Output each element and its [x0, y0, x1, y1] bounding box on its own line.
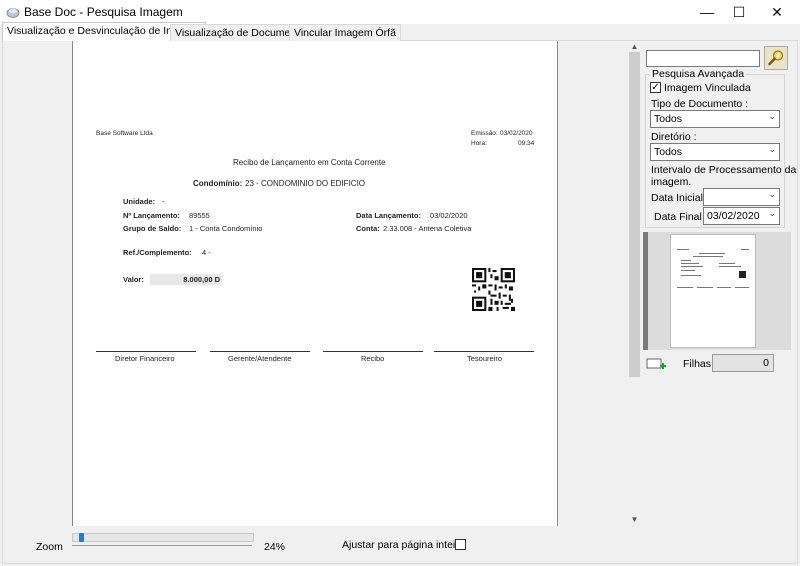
qr-code: [472, 268, 515, 311]
doc-condominio-label: Condomínio:: [193, 179, 243, 188]
signature-line-3: [323, 351, 423, 352]
doc-data-lancamento-value: 03/02/2020: [430, 211, 468, 220]
signature-line-2: [210, 351, 310, 352]
doc-emissao-label: Emissão:: [471, 130, 498, 137]
doc-valor-label: Valor:: [123, 275, 144, 284]
data-final-picker[interactable]: 03/02/2020 ⌄: [703, 207, 780, 225]
imagem-vinculada-checkbox[interactable]: ✓: [650, 82, 661, 93]
zoom-tick-line: [72, 545, 252, 546]
data-inicial-picker[interactable]: ⌄: [703, 188, 780, 206]
tipo-documento-label: Tipo de Documento :: [651, 98, 749, 110]
scroll-thumb[interactable]: [629, 52, 640, 377]
tab-vincular-imagem-orfa[interactable]: Vincular Imagem Órfã: [289, 24, 401, 41]
signature-diretor: Diretor Financeiro: [115, 354, 175, 363]
doc-valor-field: 8.000,00 D: [150, 274, 222, 285]
chevron-down-icon: ⌄: [768, 189, 776, 199]
close-icon: ✕: [771, 3, 783, 20]
add-child-button[interactable]: [646, 356, 666, 372]
search-icon: [768, 50, 784, 66]
zoom-slider-thumb[interactable]: [79, 533, 84, 542]
maximize-button[interactable]: ☐: [722, 0, 756, 24]
zoom-label: Zoom: [36, 541, 63, 553]
chevron-down-icon: ⌄: [768, 111, 776, 121]
app-icon: [6, 8, 20, 18]
doc-hora-label: Hora:: [471, 140, 487, 147]
chevron-down-icon: ⌄: [768, 144, 776, 154]
signature-tesoureiro: Tesoureiro: [467, 354, 503, 363]
signature-line-1: [96, 351, 196, 352]
doc-ref-value: 4 -: [202, 248, 211, 257]
fit-page-checkbox[interactable]: [455, 539, 466, 550]
data-final-value: 03/02/2020: [707, 210, 760, 222]
doc-data-lancamento-label: Data Lançamento:: [356, 211, 422, 220]
scroll-up-icon[interactable]: ▲: [628, 42, 641, 51]
doc-hora-value: 09:34: [518, 140, 535, 147]
diretorio-value: Todos: [654, 146, 683, 158]
doc-condominio-value: 23 - CONDOMINIO DO EDIFICIO: [245, 179, 366, 188]
close-button[interactable]: ✕: [760, 0, 794, 24]
doc-company: Base Software Ltda: [96, 130, 153, 137]
doc-grupo-label: Grupo de Saldo:: [123, 224, 182, 233]
scroll-down-icon[interactable]: ▼: [628, 515, 641, 524]
filhas-label: Filhas:: [683, 358, 714, 370]
doc-unidade-value: -: [162, 197, 165, 206]
signature-gerente: Gerente/Atendente: [228, 354, 292, 363]
doc-unidade-label: Unidade:: [123, 197, 156, 206]
intervalo-label-2: imagem.: [651, 176, 692, 188]
tipo-documento-select[interactable]: Todos ⌄: [650, 110, 780, 128]
signature-recibo: Recibo: [361, 354, 385, 363]
thumbnail-preview: [677, 249, 749, 288]
fit-page-label: Ajustar para página inteira: [342, 539, 465, 551]
add-page-icon: [646, 358, 666, 369]
advanced-search-title: Pesquisa Avançada: [650, 68, 747, 80]
intervalo-label: Intervalo de Processamento da: [651, 164, 797, 176]
zoom-slider[interactable]: [72, 533, 254, 542]
search-input[interactable]: [646, 50, 760, 67]
minimize-button[interactable]: —: [690, 0, 724, 24]
page-thumbnail[interactable]: [670, 234, 756, 348]
doc-valor-value: 8.000,00 D: [183, 275, 220, 284]
check-icon: ✓: [651, 81, 660, 93]
thumbnail-selection-strip: [643, 232, 648, 350]
maximize-icon: ☐: [732, 3, 746, 20]
title-bar: Base Doc - Pesquisa Imagem — ☐ ✕: [0, 0, 800, 24]
filhas-count: 0: [712, 354, 774, 372]
doc-ref-label: Ref./Complemento:: [123, 248, 192, 257]
tipo-documento-value: Todos: [654, 113, 683, 125]
diretorio-label: Diretório :: [651, 131, 697, 143]
window-title: Base Doc - Pesquisa Imagem: [24, 5, 183, 19]
diretorio-select[interactable]: Todos ⌄: [650, 143, 780, 161]
doc-conta-value: 2.33.008 - Antena Coletiva: [383, 224, 472, 233]
doc-conta-label: Conta:: [356, 224, 380, 233]
search-button[interactable]: [764, 46, 788, 70]
chevron-down-icon: ⌄: [768, 208, 776, 218]
signature-line-4: [434, 351, 534, 352]
data-final-label: Data Final :: [654, 211, 708, 223]
imagem-vinculada-label: Imagem Vinculada: [664, 82, 751, 94]
doc-lancamento-label: Nº Lançamento:: [123, 211, 180, 220]
doc-lancamento-value: 89555: [189, 211, 210, 220]
zoom-value: 24%: [264, 541, 286, 553]
doc-emissao-value: 03/02/2020: [500, 130, 533, 137]
document-page: Base Software Ltda Emissão: 03/02/2020 H…: [72, 41, 558, 526]
minimize-icon: —: [700, 4, 714, 20]
doc-heading: Recibo de Lançamento em Conta Corrente: [233, 158, 386, 167]
doc-grupo-value: 1 - Conta Condomínio: [189, 224, 263, 233]
data-inicial-label: Data Inicial :: [651, 192, 709, 204]
